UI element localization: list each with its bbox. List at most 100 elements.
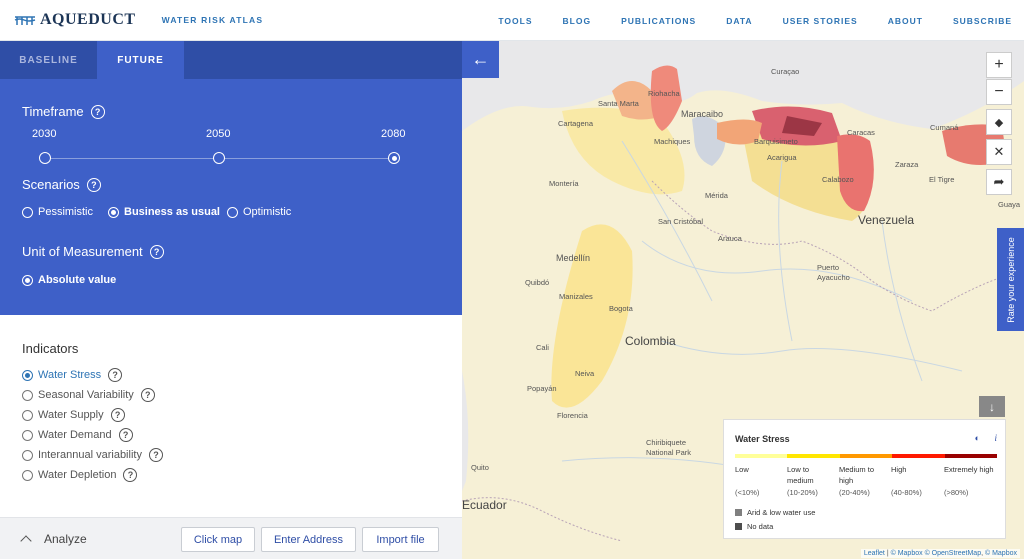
click-map-button[interactable]: Click map xyxy=(181,527,255,552)
zoom-out-button[interactable]: − xyxy=(986,79,1012,105)
legend-swatch-medium-high xyxy=(839,454,893,458)
osm-link[interactable]: © OpenStreetMap xyxy=(925,550,982,557)
indicator-water-stress[interactable]: Water Stress ? xyxy=(22,368,123,382)
zoom-in-button[interactable]: + xyxy=(986,52,1012,78)
indicator-water-supply[interactable]: Water Supply ? xyxy=(22,408,125,422)
radio-icon xyxy=(22,206,33,218)
timeframe-help-icon[interactable]: ? xyxy=(90,104,105,119)
radio-icon xyxy=(227,206,238,218)
map-label-acarigua: Acarigua xyxy=(767,153,797,162)
unit-absolute-value-label: Absolute value xyxy=(38,274,117,286)
help-icon[interactable]: ? xyxy=(118,428,133,442)
tab-baseline[interactable]: BASELINE xyxy=(0,41,97,79)
map-label-san-cristobal: San Cristóbal xyxy=(658,217,704,226)
help-icon[interactable]: ? xyxy=(140,388,155,402)
share-button[interactable]: ➦ xyxy=(986,169,1012,195)
indicator-water-demand[interactable]: Water Demand ? xyxy=(22,428,133,442)
map-label-chiribiquete: Chiribiquete National Park xyxy=(646,438,692,457)
scenarios-help-icon[interactable]: ? xyxy=(86,177,101,192)
radio-icon xyxy=(22,469,33,481)
legend-swatch-low-medium xyxy=(787,454,840,458)
mapbox-link-2[interactable]: © Mapbox xyxy=(985,550,1017,557)
chevron-up-icon xyxy=(20,535,32,547)
mapbox-link[interactable]: © Mapbox xyxy=(891,550,923,557)
legend-range-low-medium: (10-20%) xyxy=(787,488,818,497)
legend-title: Water Stress xyxy=(735,434,790,444)
map-label-medellin: Medellín xyxy=(556,253,591,263)
nav-tools[interactable]: TOOLS xyxy=(498,16,532,26)
import-file-button[interactable]: Import file xyxy=(362,527,439,552)
indicator-seasonal-variability[interactable]: Seasonal Variability ? xyxy=(22,388,155,402)
unit-absolute-value[interactable]: Absolute value xyxy=(22,274,116,286)
help-icon[interactable]: ? xyxy=(148,448,163,462)
nav-blog[interactable]: BLOG xyxy=(563,16,592,26)
legend-no-data-swatch xyxy=(735,523,742,530)
logo-text: AQUEDUCT xyxy=(40,11,136,28)
timeframe-2050-label: 2050 xyxy=(206,128,231,140)
map-label-riohacha: Riohacha xyxy=(648,89,680,98)
tab-future[interactable]: FUTURE xyxy=(97,41,184,79)
legend-collapse-button[interactable]: ↓ xyxy=(979,396,1005,417)
scenario-business-as-usual[interactable]: Business as usual xyxy=(108,206,220,218)
unit-label: Unit of Measurement xyxy=(22,244,143,259)
map[interactable]: ← + − ◆ ✕ ➦ Rate your experience Curaçao… xyxy=(462,41,1024,559)
collapse-sidebar-button[interactable]: ← xyxy=(462,41,499,78)
help-icon[interactable]: ? xyxy=(123,468,138,482)
legend-tools: ◐ i xyxy=(975,433,997,443)
logo-subtitle: WATER RISK ATLAS xyxy=(161,15,264,25)
legend-range-low: (<10%) xyxy=(735,488,760,497)
legend-range-extremely-high: (>80%) xyxy=(944,488,969,497)
tools-button[interactable]: ✕ xyxy=(986,139,1012,165)
unit-help-icon[interactable]: ? xyxy=(149,244,164,259)
help-icon[interactable]: ? xyxy=(108,368,123,382)
map-label-ecuador: Ecuador xyxy=(462,498,507,512)
nav-about[interactable]: ABOUT xyxy=(888,16,923,26)
nav-subscribe[interactable]: SUBSCRIBE xyxy=(953,16,1012,26)
enter-address-button[interactable]: Enter Address xyxy=(261,527,356,552)
map-label-neiva: Neiva xyxy=(575,369,595,378)
radio-icon xyxy=(22,449,33,461)
nav-data[interactable]: DATA xyxy=(726,16,752,26)
legend-arid-swatch xyxy=(735,509,742,516)
rate-experience-label: Rate your experience xyxy=(1005,236,1016,323)
analyze-toggle[interactable]: Analyze xyxy=(20,532,87,547)
scenarios-title: Scenarios ? xyxy=(22,177,101,192)
indicator-interannual-variability[interactable]: Interannual variability ? xyxy=(22,448,163,462)
indicators-title: Indicators xyxy=(22,341,79,356)
legend-cat-low: Low xyxy=(735,465,749,474)
layers-button[interactable]: ◆ xyxy=(986,109,1012,135)
nav-user-stories[interactable]: USER STORIES xyxy=(783,16,858,26)
scenario-pessimistic[interactable]: Pessimistic xyxy=(22,206,93,218)
legend-panel: Water Stress ◐ i Low Low to medium Mediu… xyxy=(723,419,1006,539)
map-label-curacao: Curaçao xyxy=(771,67,800,76)
help-icon[interactable]: ? xyxy=(110,408,125,422)
map-label-arauca: Arauca xyxy=(718,234,742,243)
leaflet-link[interactable]: Leaflet xyxy=(864,550,885,557)
map-label-merida: Mérida xyxy=(705,191,728,200)
timeframe-2030-dot[interactable] xyxy=(39,152,51,164)
info-icon[interactable]: i xyxy=(994,433,997,443)
indicator-label: Water Depletion xyxy=(38,469,117,481)
nav-publications[interactable]: PUBLICATIONS xyxy=(621,16,696,26)
scenarios-label: Scenarios xyxy=(22,177,80,192)
map-label-maracaibo: Maracaibo xyxy=(681,109,724,119)
map-label-el-tigre: El Tigre xyxy=(929,175,955,184)
rate-experience-button[interactable]: Rate your experience xyxy=(997,228,1024,331)
timeframe-2050-dot[interactable] xyxy=(213,152,225,164)
main-nav: TOOLS BLOG PUBLICATIONS DATA USER STORIE… xyxy=(468,0,1012,41)
aqueduct-logo[interactable]: AQUEDUCT WATER RISK ATLAS xyxy=(14,11,263,29)
map-label-guayana: Guaya xyxy=(998,200,1021,209)
scenario-pessimistic-label: Pessimistic xyxy=(38,206,94,218)
future-settings-panel: Timeframe ? 2030 2050 2080 Scenarios ? P… xyxy=(0,79,462,315)
map-label-quito: Quito xyxy=(471,463,489,472)
scenario-business-as-usual-label: Business as usual xyxy=(124,206,220,218)
plus-icon: + xyxy=(994,56,1004,73)
legend-no-data-label: No data xyxy=(747,522,774,531)
unit-title: Unit of Measurement ? xyxy=(22,244,164,259)
tools-icon: ✕ xyxy=(993,144,1005,159)
map-label-cumana: Cumaná xyxy=(930,123,959,132)
opacity-icon[interactable]: ◐ xyxy=(975,433,980,443)
scenario-optimistic[interactable]: Optimistic xyxy=(227,206,291,218)
indicator-water-depletion[interactable]: Water Depletion ? xyxy=(22,468,138,482)
timeframe-2080-dot[interactable] xyxy=(388,152,400,164)
